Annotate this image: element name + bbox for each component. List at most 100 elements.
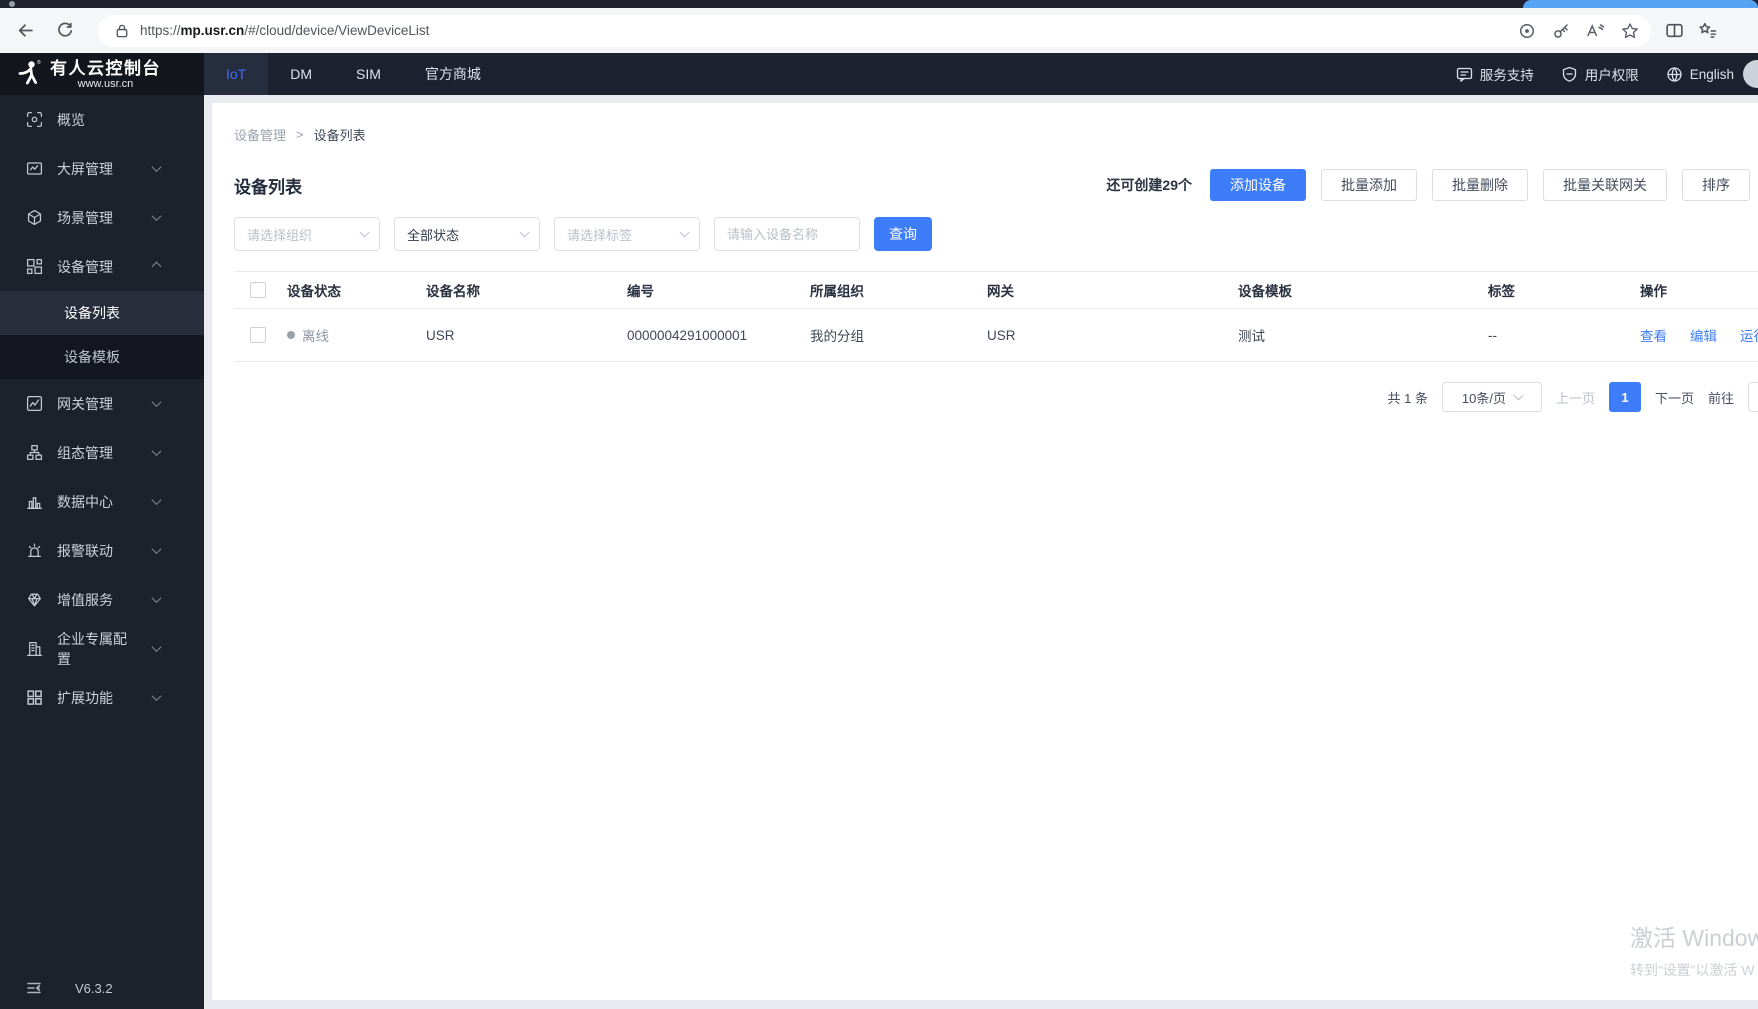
sidebar-item-device-template[interactable]: 设备模板 — [0, 335, 204, 379]
address-bar[interactable]: https://mp.usr.cn/#/cloud/device/ViewDev… — [98, 14, 1651, 47]
template-cell: 测试 — [1238, 329, 1265, 344]
tab-official-mall[interactable]: 官方商城 — [403, 53, 503, 95]
usr-person-icon: ® — [18, 59, 41, 85]
table-row: 离线 USR 0000004291000001 我的分组 USR 测试 -- 查… — [234, 309, 1758, 362]
page-number-1[interactable]: 1 — [1608, 382, 1641, 412]
gateway-icon — [26, 395, 43, 412]
sidebar-footer: V6.3.2 — [0, 973, 204, 1003]
active-tab-pill[interactable] — [1523, 0, 1758, 8]
topology-icon — [26, 444, 43, 461]
version-label: V6.3.2 — [75, 980, 113, 996]
sidebar-item-scene-mgmt[interactable]: 场景管理 — [0, 193, 204, 242]
tracking-prevention-icon[interactable] — [1518, 22, 1536, 40]
chevron-down-icon — [151, 593, 162, 604]
svg-text:®: ® — [37, 59, 41, 66]
chevron-down-icon — [151, 495, 162, 506]
batch-link-gateway-button[interactable]: 批量关联网关 — [1543, 169, 1667, 201]
overview-icon — [26, 111, 43, 128]
password-key-icon[interactable] — [1552, 22, 1570, 40]
tab-sim[interactable]: SIM — [334, 53, 403, 95]
scene-icon — [26, 209, 43, 226]
org-select[interactable]: 请选择组织 — [234, 217, 380, 251]
gem-icon — [26, 591, 43, 608]
site-lock-icon[interactable] — [114, 23, 130, 39]
sidebar-item-extensions[interactable]: 扩展功能 — [0, 673, 204, 722]
address-bar-icons — [1518, 22, 1639, 40]
bar-chart-icon — [26, 493, 43, 510]
building-icon — [26, 640, 43, 657]
brand-logo[interactable]: ® 有人云控制台 www.usr.cn — [0, 53, 204, 95]
nav-right-links: 服务支持 用户权限 English — [1456, 53, 1758, 95]
tab-dm[interactable]: DM — [268, 53, 334, 95]
url-text: https://mp.usr.cn/#/cloud/device/ViewDev… — [140, 23, 430, 38]
page-size-select[interactable]: 10条/页 — [1441, 382, 1542, 412]
chevron-down-icon — [151, 446, 162, 457]
device-icon — [26, 258, 43, 275]
tab-favicon — [9, 1, 15, 7]
logo-subtitle: www.usr.cn — [77, 77, 134, 90]
chevron-up-icon — [151, 261, 162, 272]
device-table: 设备状态 设备名称 编号 所属组织 网关 设备模板 标签 操作 离线 USR 0… — [234, 271, 1758, 362]
prev-page-button[interactable]: 上一页 — [1556, 388, 1595, 407]
chevron-down-icon — [151, 397, 162, 408]
shield-icon — [1562, 66, 1576, 82]
add-device-button[interactable]: 添加设备 — [1210, 169, 1306, 201]
goto-page-input[interactable] — [1748, 382, 1758, 412]
device-name-input[interactable] — [714, 217, 860, 251]
breadcrumb: 设备管理 > 设备列表 — [234, 125, 1758, 144]
favorites-bar-icon[interactable] — [1698, 21, 1717, 40]
sidebar-item-gateway-mgmt[interactable]: 网关管理 — [0, 379, 204, 428]
favorite-star-icon[interactable] — [1621, 22, 1639, 40]
select-all-checkbox[interactable] — [250, 282, 266, 298]
collapse-sidebar-icon[interactable] — [26, 980, 42, 996]
sidebar-item-config-mgmt[interactable]: 组态管理 — [0, 428, 204, 477]
sidebar-item-device-mgmt[interactable]: 设备管理 — [0, 242, 204, 291]
run-link[interactable]: 运行 — [1740, 325, 1758, 345]
sidebar-item-data-center[interactable]: 数据中心 — [0, 477, 204, 526]
sidebar-item-screen-mgmt[interactable]: 大屏管理 — [0, 144, 204, 193]
sidebar-submenu-device: 设备列表 设备模板 — [0, 291, 204, 379]
user-permissions-link[interactable]: 用户权限 — [1561, 64, 1639, 84]
chevron-down-icon — [359, 227, 370, 237]
sort-button[interactable]: 排序 — [1682, 169, 1750, 201]
tag-select[interactable]: 请选择标签 — [554, 217, 700, 251]
breadcrumb-current: 设备列表 — [313, 128, 366, 143]
chat-icon — [1456, 67, 1472, 82]
browser-toolbar: https://mp.usr.cn/#/cloud/device/ViewDev… — [0, 8, 1758, 53]
view-link[interactable]: 查看 — [1640, 325, 1667, 345]
read-aloud-icon[interactable] — [1586, 22, 1605, 40]
row-checkbox[interactable] — [250, 327, 266, 343]
edit-link[interactable]: 编辑 — [1690, 325, 1717, 345]
language-link[interactable]: English — [1666, 66, 1734, 83]
back-icon[interactable] — [10, 16, 40, 46]
service-support-link[interactable]: 服务支持 — [1456, 64, 1534, 84]
grid-icon — [26, 689, 43, 706]
batch-delete-button[interactable]: 批量删除 — [1432, 169, 1528, 201]
goto-page-label: 前往 — [1707, 390, 1734, 406]
sidebar-item-value-added-services[interactable]: 增值服务 — [0, 575, 204, 624]
browser-tab-strip — [0, 0, 1758, 8]
device-name-cell: USR — [426, 327, 455, 343]
sidebar-item-overview[interactable]: 概览 — [0, 95, 204, 144]
next-page-button[interactable]: 下一页 — [1655, 388, 1694, 407]
device-status-cell: 离线 — [287, 325, 426, 345]
batch-add-button[interactable]: 批量添加 — [1321, 169, 1417, 201]
sidebar-item-device-list[interactable]: 设备列表 — [0, 291, 204, 335]
screen-icon — [26, 160, 43, 177]
status-select[interactable]: 全部状态 — [394, 217, 540, 251]
split-screen-icon[interactable] — [1665, 21, 1684, 40]
tag-cell: -- — [1488, 327, 1497, 343]
chevron-down-icon — [1513, 390, 1524, 400]
device-id-cell: 0000004291000001 — [627, 327, 748, 343]
tab-iot[interactable]: IoT — [204, 53, 269, 95]
breadcrumb-parent[interactable]: 设备管理 — [234, 125, 286, 144]
table-header-row: 设备状态 设备名称 编号 所属组织 网关 设备模板 标签 操作 — [234, 271, 1758, 309]
refresh-icon[interactable] — [50, 16, 80, 46]
main-content: 设备管理 > 设备列表 设备列表 还可创建29个 添加设备 批量添加 批量删除 … — [212, 103, 1758, 1000]
search-button[interactable]: 查询 — [874, 217, 932, 251]
sidebar-item-alarm-linkage[interactable]: 报警联动 — [0, 526, 204, 575]
chevron-down-icon — [151, 544, 162, 555]
pagination: 共 1 条 10条/页 上一页 1 下一页 前往 — [234, 382, 1758, 412]
sidebar-item-enterprise-config[interactable]: 企业专属配置 — [0, 624, 204, 673]
windows-activation-watermark: 激活 Windows 转到“设置”以激活 W — [1630, 925, 1758, 978]
